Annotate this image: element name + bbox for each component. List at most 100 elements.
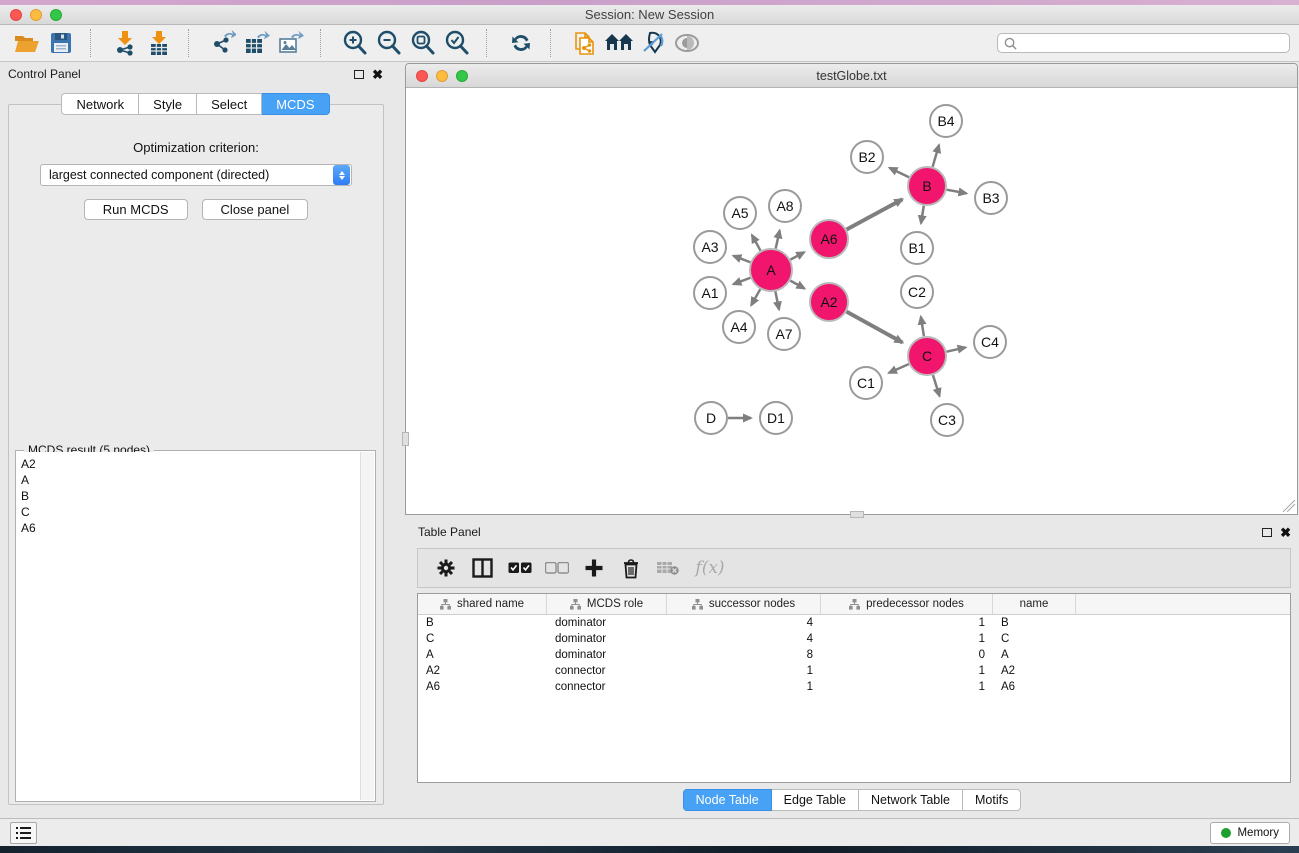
graph-node-A2[interactable]: A2 bbox=[810, 283, 848, 321]
graph-edge-A-A4[interactable] bbox=[751, 289, 760, 305]
table-row[interactable]: A6connector11A6 bbox=[418, 679, 1290, 695]
tab-mcds[interactable]: MCDS bbox=[262, 93, 329, 115]
network-close-button[interactable] bbox=[416, 70, 428, 82]
table-cell[interactable]: C bbox=[993, 633, 1076, 645]
table-cell[interactable]: 1 bbox=[667, 665, 821, 677]
network-zoom-button[interactable] bbox=[456, 70, 468, 82]
graph-node-C1[interactable]: C1 bbox=[850, 367, 882, 399]
graph-node-A5[interactable]: A5 bbox=[724, 197, 756, 229]
table-cell[interactable]: A bbox=[993, 649, 1076, 661]
graph-node-A[interactable]: A bbox=[750, 249, 792, 291]
resize-grip-icon[interactable] bbox=[1283, 500, 1295, 512]
graph-node-A8[interactable]: A8 bbox=[769, 190, 801, 222]
graph-node-B2[interactable]: B2 bbox=[851, 141, 883, 173]
table-cell[interactable]: 0 bbox=[821, 649, 993, 661]
graph-node-B[interactable]: B bbox=[908, 167, 946, 205]
graph-node-A6[interactable]: A6 bbox=[810, 220, 848, 258]
table-cell[interactable]: dominator bbox=[547, 617, 667, 629]
graph-edge-B-B1[interactable] bbox=[921, 206, 924, 224]
zoom-in-icon[interactable] bbox=[338, 28, 372, 58]
table-cell[interactable]: A6 bbox=[418, 681, 547, 693]
graph-node-C[interactable]: C bbox=[908, 337, 946, 375]
table-cell[interactable]: 4 bbox=[667, 617, 821, 629]
graph-edge-A-A3[interactable] bbox=[733, 256, 750, 262]
graph-edge-C-C1[interactable] bbox=[889, 364, 909, 373]
result-scrollbar[interactable] bbox=[360, 452, 374, 800]
column-header-name[interactable]: name bbox=[993, 594, 1076, 614]
search-input[interactable] bbox=[1022, 36, 1283, 50]
zoom-window-button[interactable] bbox=[50, 9, 62, 21]
tab-motifs[interactable]: Motifs bbox=[963, 789, 1021, 811]
search-field[interactable] bbox=[997, 33, 1290, 53]
zoom-selected-icon[interactable] bbox=[440, 28, 474, 58]
open-folder-icon[interactable] bbox=[10, 28, 44, 58]
table-row[interactable]: A2connector11A2 bbox=[418, 663, 1290, 679]
network-canvas[interactable]: B4B2BB3A8A5A6A3B1AA1C2A2A4A7C4CC1C3DD1 bbox=[407, 89, 1296, 513]
graph-node-A4[interactable]: A4 bbox=[723, 311, 755, 343]
graph-node-B4[interactable]: B4 bbox=[930, 105, 962, 137]
float-panel-icon[interactable] bbox=[354, 70, 364, 79]
select-all-columns-icon[interactable] bbox=[502, 552, 537, 584]
column-header-shared-name[interactable]: shared name bbox=[418, 594, 547, 614]
graph-edge-C-C3[interactable] bbox=[933, 375, 940, 396]
table-cell[interactable]: A2 bbox=[418, 665, 547, 677]
delete-column-trash-icon[interactable] bbox=[613, 552, 648, 584]
close-window-button[interactable] bbox=[10, 9, 22, 21]
refresh-icon[interactable] bbox=[504, 28, 538, 58]
column-header-MCDS-role[interactable]: MCDS role bbox=[547, 594, 667, 614]
task-history-button[interactable] bbox=[10, 822, 37, 844]
table-row[interactable]: Cdominator41C bbox=[418, 631, 1290, 647]
import-network-icon[interactable] bbox=[108, 28, 142, 58]
table-cell[interactable]: connector bbox=[547, 681, 667, 693]
close-table-panel-icon[interactable]: ✖ bbox=[1280, 526, 1291, 539]
table-cell[interactable]: connector bbox=[547, 665, 667, 677]
minimize-window-button[interactable] bbox=[30, 9, 42, 21]
memory-button[interactable]: Memory bbox=[1210, 822, 1290, 844]
tab-edge-table[interactable]: Edge Table bbox=[772, 789, 859, 811]
tab-network[interactable]: Network bbox=[61, 93, 139, 115]
graph-edge-A-A5[interactable] bbox=[752, 235, 761, 251]
graph-edge-B-B4[interactable] bbox=[933, 145, 939, 167]
eye-icon[interactable] bbox=[670, 28, 704, 58]
column-header-predecessor-nodes[interactable]: predecessor nodes bbox=[821, 594, 993, 614]
create-column-plus-icon[interactable] bbox=[576, 552, 611, 584]
criterion-dropdown[interactable]: largest connected component (directed) bbox=[40, 164, 352, 186]
mcds-result-item[interactable]: B bbox=[21, 488, 356, 504]
column-header-successor-nodes[interactable]: successor nodes bbox=[667, 594, 821, 614]
graph-node-D[interactable]: D bbox=[695, 402, 727, 434]
table-cell[interactable]: A2 bbox=[993, 665, 1076, 677]
graph-node-A3[interactable]: A3 bbox=[694, 231, 726, 263]
table-cell[interactable]: 1 bbox=[821, 617, 993, 629]
houses-icon[interactable] bbox=[602, 28, 636, 58]
table-row[interactable]: Bdominator41B bbox=[418, 615, 1290, 631]
graph-edge-A-A1[interactable] bbox=[733, 278, 750, 284]
table-cell[interactable]: A6 bbox=[993, 681, 1076, 693]
table-cell[interactable]: 1 bbox=[667, 681, 821, 693]
export-network-icon[interactable] bbox=[206, 28, 240, 58]
table-cell[interactable]: 1 bbox=[821, 633, 993, 645]
mcds-result-list[interactable]: A2ABCA6 bbox=[17, 452, 360, 800]
table-cell[interactable]: 1 bbox=[821, 681, 993, 693]
graph-node-B1[interactable]: B1 bbox=[901, 232, 933, 264]
graph-edge-A6-B[interactable] bbox=[847, 199, 903, 229]
graph-edge-A-A8[interactable] bbox=[776, 230, 780, 248]
graph-edge-A2-C[interactable] bbox=[847, 312, 903, 343]
graph-node-C2[interactable]: C2 bbox=[901, 276, 933, 308]
graph-edge-A-A7[interactable] bbox=[775, 292, 779, 310]
graph-edge-A-A2[interactable] bbox=[790, 281, 804, 289]
unselect-all-columns-icon[interactable] bbox=[539, 552, 574, 584]
table-cell[interactable]: dominator bbox=[547, 649, 667, 661]
table-cell[interactable]: B bbox=[993, 617, 1076, 629]
graph-node-B3[interactable]: B3 bbox=[975, 182, 1007, 214]
graph-edge-A-A6[interactable] bbox=[790, 252, 804, 259]
export-image-icon[interactable] bbox=[274, 28, 308, 58]
table-cell[interactable]: 1 bbox=[821, 665, 993, 677]
table-row[interactable]: Adominator80A bbox=[418, 647, 1290, 663]
table-cell[interactable]: B bbox=[418, 617, 547, 629]
table-cell[interactable]: A bbox=[418, 649, 547, 661]
graph-edge-B-B3[interactable] bbox=[947, 190, 967, 194]
graph-edge-C-C4[interactable] bbox=[947, 347, 966, 351]
table-cell[interactable]: dominator bbox=[547, 633, 667, 645]
tab-network-table[interactable]: Network Table bbox=[859, 789, 963, 811]
zoom-fit-icon[interactable] bbox=[406, 28, 440, 58]
